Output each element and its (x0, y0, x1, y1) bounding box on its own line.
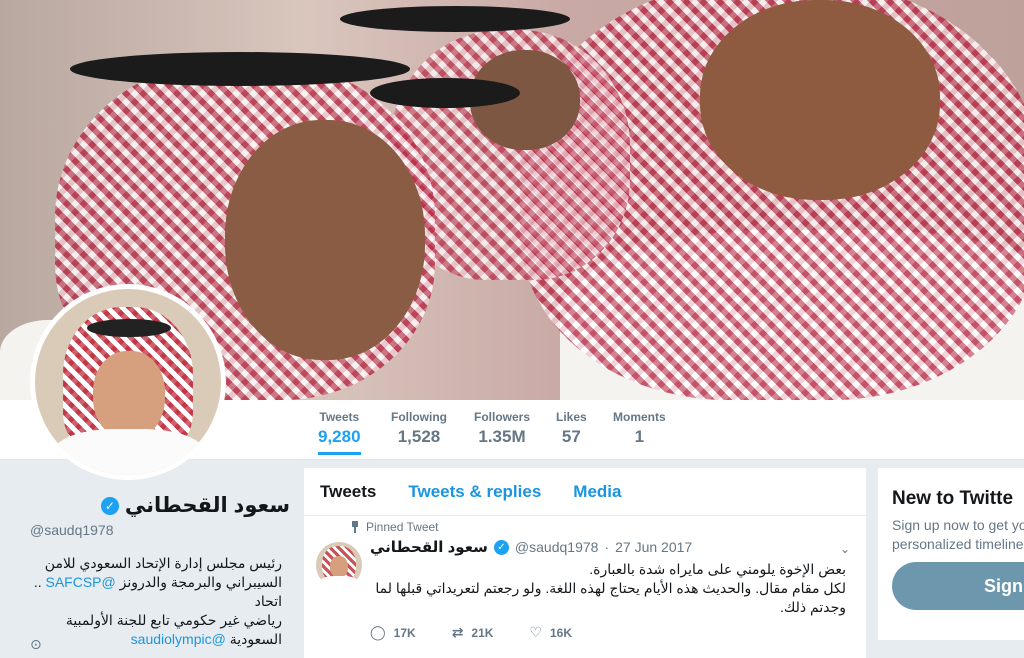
tweet-avatar[interactable] (316, 542, 362, 588)
pin-icon (350, 521, 360, 533)
stat-likes-label: Likes (556, 410, 587, 424)
location-icon: ⊙ (30, 636, 42, 652)
bio-line: رئيس مجلس إدارة الإتحاد السعودي للامن (44, 555, 282, 571)
profile-bio: رئيس مجلس إدارة الإتحاد السعودي للامن ال… (30, 554, 282, 649)
retweet-button[interactable]: ⇄ 21K (452, 624, 494, 641)
stat-following-value: 1,528 (397, 427, 441, 446)
tweet-author-handle[interactable]: @saudq1978 (515, 539, 599, 555)
bio-line: رياضي غير حكومي تابع للجنة الأولمبية (65, 612, 282, 628)
stat-followers-label: Followers (474, 410, 531, 424)
stat-likes-value: 57 (561, 427, 581, 446)
like-icon: ♡ (529, 624, 542, 640)
stat-tweets-value: 9,280 (318, 427, 361, 446)
tweet-date[interactable]: 27 Jun 2017 (615, 539, 692, 555)
reply-icon: ◯ (370, 624, 386, 640)
tweet-header: سعود القحطاني ✓ @saudq1978 · 27 Jun 2017 (370, 538, 692, 556)
caret-down-icon[interactable]: ⌄ (840, 542, 850, 556)
stat-followers[interactable]: Followers 1.35M (474, 410, 530, 447)
stat-moments-value: 1 (634, 427, 645, 446)
retweet-count: 21K (471, 625, 494, 640)
stat-tweets-label: Tweets (319, 410, 360, 424)
bio-link-safcsp[interactable]: @SAFCSP (46, 574, 116, 590)
stat-moments[interactable]: Moments 1 (613, 410, 666, 447)
retweet-icon: ⇄ (451, 624, 464, 640)
stat-likes[interactable]: Likes 57 (556, 410, 587, 447)
stat-following-label: Following (391, 410, 447, 424)
profile-name-row: سعود القحطاني ✓ (30, 493, 290, 518)
bio-link-saudiolympic[interactable]: @saudiolympic (131, 631, 226, 647)
signup-heading: New to Twitte (892, 488, 1014, 509)
like-button[interactable]: ♡ 16K (529, 624, 572, 641)
tweet-separator: · (604, 539, 610, 555)
bio-line: السعودية @saudiolympic (130, 631, 282, 647)
reply-count: 17K (393, 625, 416, 640)
profile-card: سعود القحطاني ✓ @saudq1978 رئيس مجلس إدا… (30, 493, 290, 649)
profile-avatar[interactable] (30, 284, 226, 480)
pinned-tweet[interactable]: Pinned Tweet سعود القحطاني ✓ @saudq1978 … (304, 468, 866, 658)
profile-handle: @saudq1978 (30, 522, 114, 538)
verified-badge-icon: ✓ (100, 496, 119, 515)
signup-card: New to Twitte Sign up now to get yo pers… (878, 468, 1024, 640)
pinned-label: Pinned Tweet (366, 520, 439, 534)
reply-button[interactable]: ◯ 17K (370, 624, 416, 641)
like-count: 16K (550, 625, 573, 640)
stat-following[interactable]: Following 1,528 (391, 410, 447, 447)
stat-moments-label: Moments (613, 410, 666, 424)
stat-followers-value: 1.35M (478, 427, 526, 446)
signup-text: Sign up now to get yo personalized timel… (892, 517, 1024, 552)
pinned-label-row: Pinned Tweet (350, 520, 439, 534)
tweet-text: بعض الإخوة يلومني على مايراه شدة بالعبار… (375, 561, 846, 615)
profile-name[interactable]: سعود القحطاني (125, 493, 290, 518)
bio-line: السيبراني والبرمجة والدرونز @SAFCSP .. ا… (33, 574, 282, 609)
signup-button[interactable]: Sign (892, 562, 1024, 610)
timeline: Tweets Tweets & replies Media Pinned Twe… (304, 468, 866, 658)
tweet-actions: ◯ 17K ⇄ 21K ♡ 16K (370, 624, 572, 641)
stat-tweets[interactable]: Tweets 9,280 (318, 410, 361, 455)
tweet-author-name[interactable]: سعود القحطاني (370, 538, 488, 556)
verified-badge-icon: ✓ (493, 539, 509, 555)
